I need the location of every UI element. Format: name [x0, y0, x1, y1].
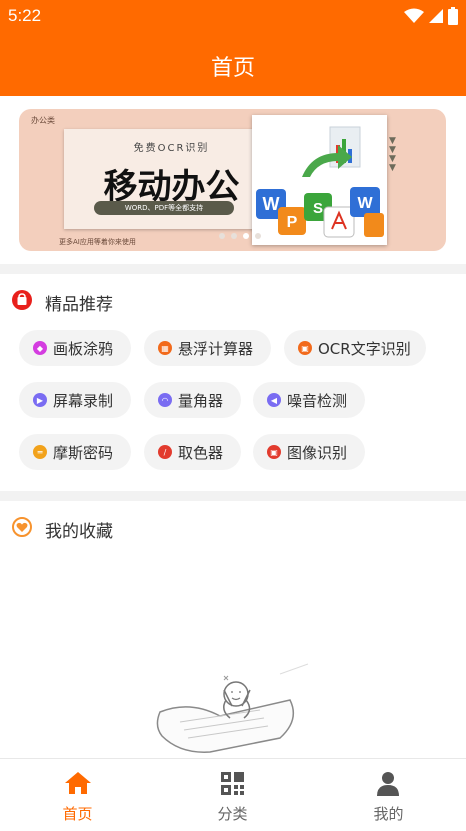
- battery-icon: [448, 7, 458, 25]
- banner-indicator: [219, 233, 261, 239]
- favorites-title: 我的收藏: [45, 522, 113, 542]
- banner-footer-text: 更多AI应用等着你来使用: [59, 238, 136, 246]
- calculator-icon: ▦: [158, 341, 172, 355]
- banner-dot[interactable]: [255, 233, 261, 239]
- tool-morse-code[interactable]: ═ 摩斯密码: [19, 434, 131, 470]
- tool-image-recognition[interactable]: ▣ 图像识别: [253, 434, 365, 470]
- palette-icon: ◆: [33, 341, 47, 355]
- tool-label: 悬浮计算器: [178, 339, 254, 358]
- tool-label: 摩斯密码: [53, 443, 114, 462]
- gift-bag-icon: [12, 290, 32, 310]
- tool-floating-calculator[interactable]: ▦ 悬浮计算器: [144, 330, 271, 366]
- nav-home[interactable]: 首页: [0, 759, 155, 831]
- nav-mine-label: 我的: [373, 805, 404, 823]
- grid-icon: [221, 772, 244, 795]
- tool-label: OCR文字识别: [318, 339, 411, 358]
- empty-state-illustration: [156, 663, 309, 753]
- tool-label: 噪音检测: [287, 391, 348, 410]
- user-icon: [377, 772, 399, 796]
- banner-section: 办公类 免费OCR识别 移动办公 WORD、PDF等全都支持 W P S W ▼…: [0, 96, 466, 264]
- tool-protractor[interactable]: ◠ 量角器: [144, 382, 241, 418]
- recommend-title: 精品推荐: [45, 295, 113, 315]
- status-bar: 5:22: [0, 0, 466, 32]
- banner-corner-label: 办公类: [31, 116, 55, 125]
- nav-category[interactable]: 分类: [155, 759, 310, 831]
- banner-subtitle: 免费OCR识别: [133, 143, 210, 154]
- tool-label: 屏幕录制: [53, 391, 114, 410]
- heart-icon: [12, 517, 32, 537]
- tool-label: 量角器: [178, 391, 224, 410]
- svg-text:S: S: [313, 200, 323, 217]
- tool-screen-record[interactable]: ▶ 屏幕录制: [19, 382, 131, 418]
- signal-icon: [429, 9, 443, 23]
- banner-pill: WORD、PDF等全都支持: [94, 201, 234, 215]
- tool-drawing-board[interactable]: ◆ 画板涂鸦: [19, 330, 131, 366]
- home-icon: [65, 772, 91, 794]
- video-icon: ▶: [33, 393, 47, 407]
- tool-label: 画板涂鸦: [53, 339, 114, 358]
- wifi-icon: [404, 8, 424, 23]
- nav-home-label: 首页: [62, 805, 93, 823]
- section-divider: [0, 264, 466, 274]
- eyedropper-icon: /: [158, 445, 172, 459]
- tool-noise-detector[interactable]: ◀ 噪音检测: [253, 382, 365, 418]
- banner-dot-active[interactable]: [243, 233, 249, 239]
- banner-dot[interactable]: [219, 233, 225, 239]
- protractor-icon: ◠: [158, 393, 172, 407]
- ocr-icon: ▣: [298, 341, 312, 355]
- tool-ocr[interactable]: ▣ OCR文字识别: [284, 330, 426, 366]
- nav-category-label: 分类: [217, 805, 248, 823]
- banner-dot[interactable]: [231, 233, 237, 239]
- banner-arrows: ▼ ▼ ▼ ▼: [389, 136, 396, 173]
- status-time: 5:22: [8, 6, 42, 25]
- app-bar: 首页: [0, 32, 466, 96]
- status-icons: [404, 7, 458, 25]
- section-divider: [0, 491, 466, 501]
- tool-label: 图像识别: [287, 443, 348, 462]
- page-title: 首页: [210, 56, 255, 81]
- speaker-icon: ◀: [267, 393, 281, 407]
- bottom-nav: 首页 分类 我的: [0, 758, 466, 831]
- morse-icon: ═: [33, 445, 47, 459]
- banner-sheet: 免费OCR识别 移动办公 WORD、PDF等全都支持: [64, 129, 279, 229]
- nav-mine[interactable]: 我的: [311, 759, 466, 831]
- svg-text:W: W: [263, 194, 280, 214]
- tool-color-picker[interactable]: / 取色器: [144, 434, 241, 470]
- tool-label: 取色器: [178, 443, 224, 462]
- promo-banner[interactable]: 办公类 免费OCR识别 移动办公 WORD、PDF等全都支持 W P S W ▼…: [19, 109, 446, 251]
- svg-text:W: W: [357, 195, 373, 212]
- svg-text:P: P: [287, 214, 298, 231]
- office-docs-illustration: W P S W: [252, 115, 387, 245]
- image-icon: ▣: [267, 445, 281, 459]
- office-docs-icon: W P S W: [256, 126, 384, 238]
